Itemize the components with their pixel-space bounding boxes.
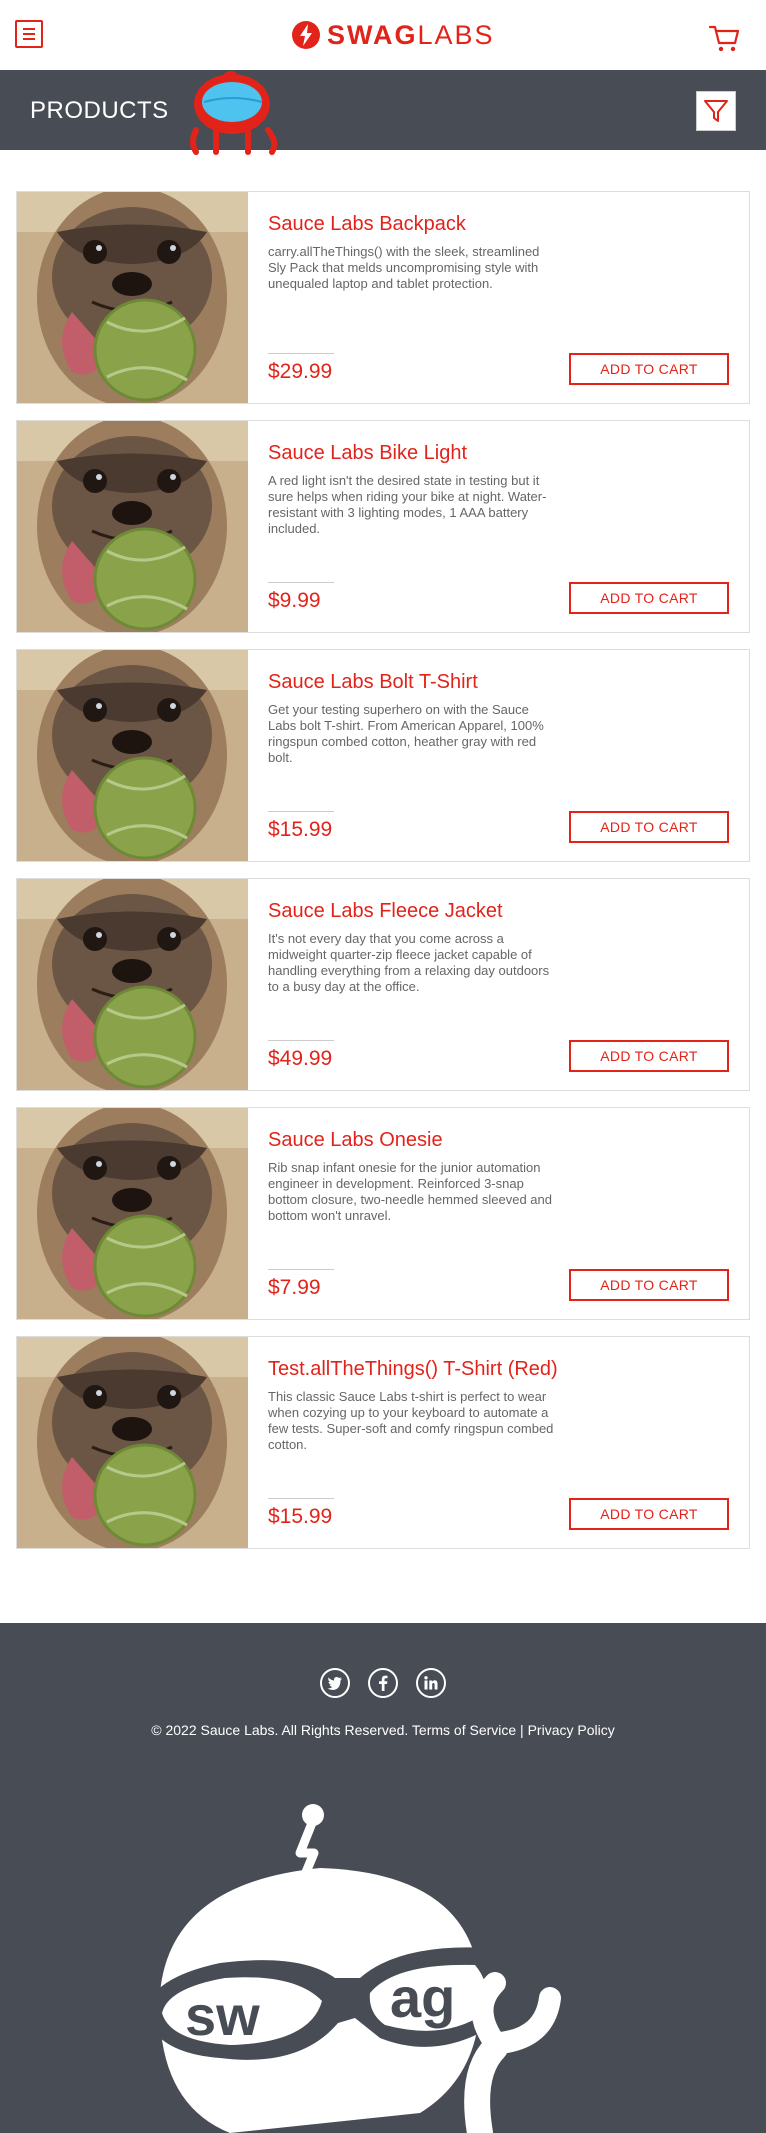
sort-filter-button[interactable] (696, 91, 736, 131)
inventory-list: Sauce Labs Backpack carry.allTheThings()… (16, 191, 750, 1565)
inventory-item: Sauce Labs Fleece Jacket It's not every … (16, 878, 750, 1091)
pug-with-ball-image (17, 1108, 248, 1319)
price-divider (268, 582, 334, 583)
shopping-cart-icon (708, 25, 740, 52)
product-image[interactable] (17, 192, 248, 403)
product-name-link[interactable]: Sauce Labs Onesie (268, 1128, 443, 1152)
add-to-cart-button[interactable]: ADD TO CART (569, 1269, 729, 1301)
primary-header: SWAGLABS (0, 0, 766, 70)
linkedin-icon[interactable] (416, 1668, 446, 1698)
add-to-cart-button[interactable]: ADD TO CART (569, 1498, 729, 1530)
swag-bot-mascot-illustration: sw ag (145, 1804, 561, 2133)
product-name-link[interactable]: Sauce Labs Bolt T-Shirt (268, 670, 478, 694)
product-price: $7.99 (268, 1276, 321, 1299)
secondary-header: PRODUCTS (0, 70, 766, 150)
product-name-link[interactable]: Sauce Labs Bike Light (268, 441, 467, 465)
inventory-item: Test.allTheThings() T-Shirt (Red) This c… (16, 1336, 750, 1549)
menu-button[interactable] (15, 20, 43, 48)
price-divider (268, 353, 334, 354)
product-image[interactable] (17, 650, 248, 861)
peek-robot-icon (190, 70, 278, 155)
filter-funnel-icon (704, 100, 728, 122)
price-divider (268, 1498, 334, 1499)
swag-logo-icon (292, 21, 320, 49)
product-name-link[interactable]: Sauce Labs Fleece Jacket (268, 899, 503, 923)
product-price: $9.99 (268, 589, 321, 612)
product-image[interactable] (17, 421, 248, 632)
price-divider (268, 811, 334, 812)
inventory-item: Sauce Labs Onesie Rib snap infant onesie… (16, 1107, 750, 1320)
product-description: A red light isn't the desired state in t… (268, 473, 547, 536)
product-price: $49.99 (268, 1047, 333, 1070)
robot-glasses-text-left: sw (185, 1984, 260, 2047)
social-links (0, 1668, 766, 1698)
facebook-icon[interactable] (368, 1668, 398, 1698)
inventory-item: Sauce Labs Bike Light A red light isn't … (16, 420, 750, 633)
hamburger-menu-icon (23, 28, 35, 30)
product-image[interactable] (17, 1108, 248, 1319)
product-price: $15.99 (268, 818, 333, 841)
shopping-cart-button[interactable] (708, 22, 740, 54)
add-to-cart-button[interactable]: ADD TO CART (569, 582, 729, 614)
product-description: Rib snap infant onesie for the junior au… (268, 1160, 552, 1223)
pug-with-ball-image (17, 650, 248, 861)
add-to-cart-button[interactable]: ADD TO CART (569, 353, 729, 385)
footer: © 2022 Sauce Labs. All Rights Reserved. … (0, 1623, 766, 2133)
pug-with-ball-image (17, 1337, 248, 1548)
product-price: $15.99 (268, 1505, 333, 1528)
pug-with-ball-image (17, 192, 248, 403)
robot-glasses-text-right: ag (390, 1966, 455, 2029)
add-to-cart-button[interactable]: ADD TO CART (569, 1040, 729, 1072)
product-image[interactable] (17, 879, 248, 1090)
page-title: PRODUCTS (30, 97, 169, 124)
app-logo: SWAGLABS (291, 20, 495, 50)
product-description: It's not every day that you come across … (268, 931, 550, 994)
copyright-text: © 2022 Sauce Labs. All Rights Reserved. … (151, 1722, 615, 1738)
price-divider (268, 1269, 334, 1270)
product-image[interactable] (17, 1337, 248, 1548)
logo-text-thin: LABS (417, 20, 495, 50)
logo-text-bold: SWAG (327, 20, 418, 50)
add-to-cart-button[interactable]: ADD TO CART (569, 811, 729, 843)
product-description: carry.allTheThings() with the sleek, str… (268, 244, 540, 291)
price-divider (268, 1040, 334, 1041)
pug-with-ball-image (17, 421, 248, 632)
product-price: $29.99 (268, 360, 333, 383)
twitter-icon[interactable] (320, 1668, 350, 1698)
product-description: Get your testing superhero on with the S… (268, 702, 544, 765)
inventory-item: Sauce Labs Backpack carry.allTheThings()… (16, 191, 750, 404)
product-name-link[interactable]: Sauce Labs Backpack (268, 212, 466, 236)
product-name-link[interactable]: Test.allTheThings() T-Shirt (Red) (268, 1357, 558, 1381)
pug-with-ball-image (17, 879, 248, 1090)
inventory-item: Sauce Labs Bolt T-Shirt Get your testing… (16, 649, 750, 862)
product-description: This classic Sauce Labs t-shirt is perfe… (268, 1389, 554, 1452)
